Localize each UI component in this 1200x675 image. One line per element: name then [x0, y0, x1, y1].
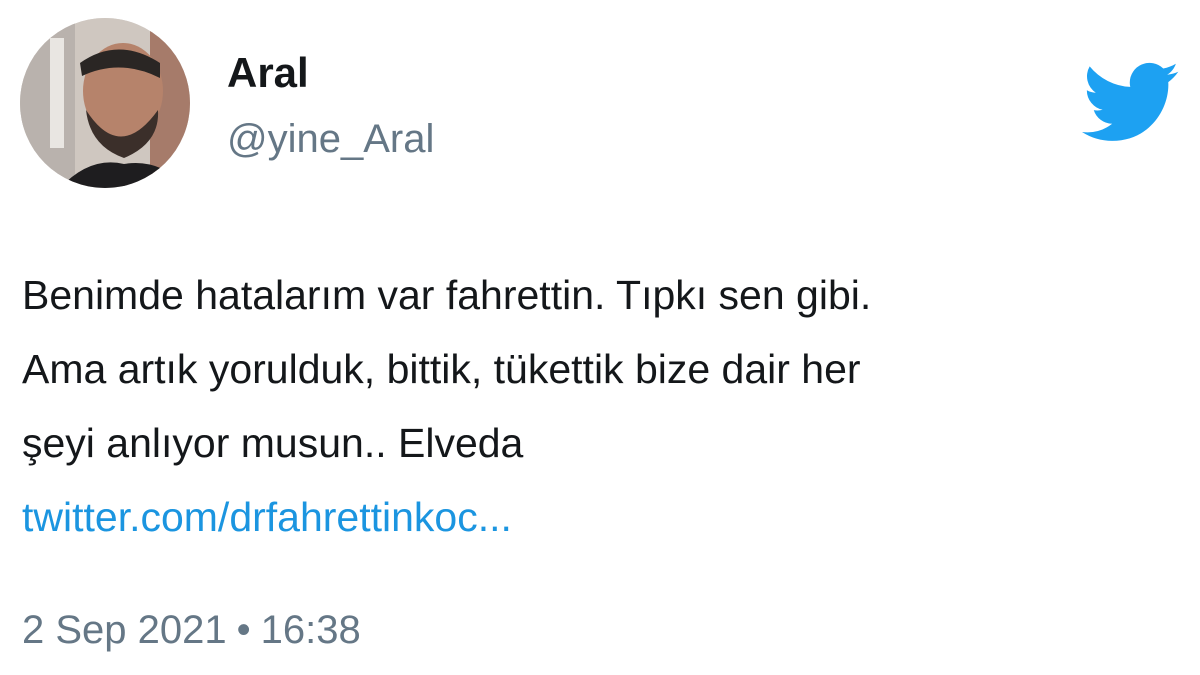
tweet-link[interactable]: twitter.com/drfahrettinkoc...: [22, 480, 1172, 554]
twitter-bird-icon[interactable]: [1082, 62, 1180, 142]
tweet-card: Aral @yine_Aral Benimde hatalarım var fa…: [0, 0, 1200, 675]
avatar-photo: [20, 18, 190, 188]
meta-separator: •: [236, 608, 251, 652]
tweet-date: 2 Sep 2021: [22, 608, 227, 652]
tweet-text-line: Ama artık yorulduk, bittik, tükettik biz…: [22, 346, 861, 392]
tweet-text-line: Benimde hatalarım var fahrettin. Tıpkı s…: [22, 272, 872, 318]
tweet-time: 16:38: [260, 608, 361, 652]
tweet-timestamp[interactable]: 2 Sep 2021 • 16:38: [22, 604, 361, 656]
author-display-name[interactable]: Aral: [227, 46, 309, 100]
tweet-text-line: şeyi anlıyor musun.. Elveda: [22, 420, 524, 466]
avatar[interactable]: [20, 18, 190, 188]
twitter-bird-glyph: [1082, 62, 1179, 141]
tweet-text: Benimde hatalarım var fahrettin. Tıpkı s…: [22, 258, 1172, 554]
author-handle[interactable]: @yine_Aral: [227, 113, 434, 165]
